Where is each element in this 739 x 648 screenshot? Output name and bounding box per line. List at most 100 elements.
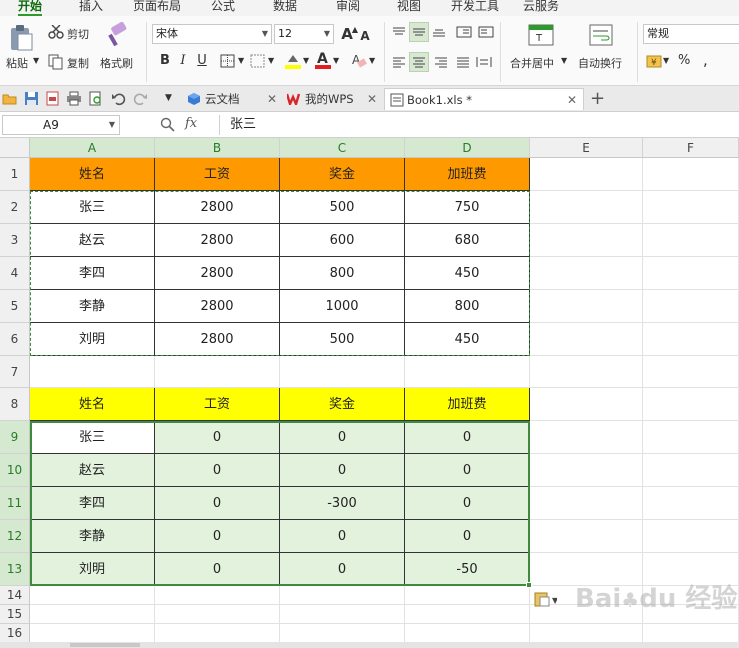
menu-tab-insert[interactable]: 插入 [79, 0, 103, 16]
row-header[interactable]: 13 [0, 553, 30, 586]
menu-tab-review[interactable]: 审阅 [336, 0, 360, 16]
menu-tab-home[interactable]: 开始 [18, 0, 43, 16]
paste-icon[interactable] [8, 24, 34, 52]
table-cell[interactable]: 500 [280, 323, 405, 356]
select-all-corner[interactable] [0, 138, 30, 158]
grid-cell[interactable] [530, 224, 643, 257]
justify-icon[interactable] [456, 56, 470, 68]
grid-cell[interactable] [155, 356, 280, 388]
insert-function-button[interactable]: fx [185, 116, 197, 131]
menu-tab-page-layout[interactable]: 页面布局 [133, 0, 181, 16]
decrease-font-icon[interactable]: A [357, 28, 373, 44]
zoom-search-icon[interactable] [160, 117, 175, 132]
increase-indent-icon[interactable] [478, 26, 494, 38]
table-cell[interactable]: 张三 [30, 191, 155, 224]
grid-cell[interactable] [643, 421, 739, 454]
grid-cell[interactable] [530, 624, 643, 643]
wrap-text-icon[interactable] [589, 24, 613, 48]
table-cell[interactable]: 0 [155, 454, 280, 487]
new-tab-plus-icon[interactable]: + [590, 88, 605, 109]
wrap-text-button[interactable]: 自动换行 [578, 55, 622, 71]
format-painter-button[interactable]: 格式刷 [100, 55, 133, 71]
table-cell[interactable]: 0 [155, 421, 280, 454]
align-right-icon[interactable] [434, 56, 448, 68]
grid-cell[interactable] [530, 421, 643, 454]
row-header[interactable]: 5 [0, 290, 30, 323]
grid-cell[interactable] [643, 388, 739, 421]
grid-cell[interactable] [643, 257, 739, 290]
column-header[interactable]: C [280, 138, 405, 158]
table-cell[interactable]: 李四 [30, 257, 155, 290]
table-cell[interactable]: -50 [405, 553, 530, 586]
column-header[interactable]: E [530, 138, 643, 158]
currency-dropdown-icon[interactable]: ▼ [663, 56, 669, 65]
grid-cell[interactable] [30, 586, 155, 605]
grid-cell[interactable] [530, 290, 643, 323]
redo-icon[interactable] [133, 91, 148, 106]
fill-color-dropdown-icon[interactable]: ▼ [303, 56, 309, 65]
cell-fill-icon[interactable] [250, 54, 266, 68]
row-header[interactable]: 16 [0, 624, 30, 643]
align-left-icon[interactable] [392, 56, 406, 68]
grid-cell[interactable] [530, 323, 643, 356]
tab-book1[interactable]: Book1.xls * ✕ [384, 88, 584, 110]
table-cell[interactable]: 500 [280, 191, 405, 224]
table-cell[interactable]: 450 [405, 257, 530, 290]
row-header[interactable]: 6 [0, 323, 30, 356]
grid-cell[interactable] [643, 158, 739, 191]
table-cell[interactable]: 李静 [30, 290, 155, 323]
row-header[interactable]: 8 [0, 388, 30, 421]
row-header[interactable]: 1 [0, 158, 30, 191]
grid-cell[interactable] [643, 520, 739, 553]
grid-cell[interactable] [405, 356, 530, 388]
grid-cell[interactable] [405, 605, 530, 624]
table-cell[interactable]: 0 [280, 553, 405, 586]
table-cell[interactable]: 0 [280, 454, 405, 487]
copy-button[interactable]: 复制 [67, 55, 89, 71]
cut-button[interactable]: 剪切 [67, 26, 89, 42]
grid-cell[interactable] [155, 624, 280, 643]
row-header[interactable]: 14 [0, 586, 30, 605]
grid-cell[interactable] [405, 586, 530, 605]
table-cell[interactable]: 680 [405, 224, 530, 257]
undo-icon[interactable] [111, 91, 126, 106]
open-folder-icon[interactable] [2, 91, 17, 106]
table-cell[interactable]: 0 [405, 421, 530, 454]
table-cell[interactable]: 0 [280, 421, 405, 454]
row-header[interactable]: 7 [0, 356, 30, 388]
grid-cell[interactable] [280, 605, 405, 624]
export-pdf-icon[interactable] [45, 91, 60, 106]
format-painter-icon[interactable] [106, 22, 130, 48]
decrease-indent-icon[interactable] [456, 26, 472, 38]
close-icon[interactable]: ✕ [267, 88, 277, 110]
column-header[interactable]: A [30, 138, 155, 158]
table-cell[interactable]: -300 [280, 487, 405, 520]
grid-cell[interactable] [280, 586, 405, 605]
grid-cell[interactable] [643, 191, 739, 224]
number-format-select[interactable]: 常规 [643, 24, 739, 44]
table-cell[interactable]: 450 [405, 323, 530, 356]
row-header[interactable]: 12 [0, 520, 30, 553]
table-cell[interactable]: 赵云 [30, 224, 155, 257]
font-size-select[interactable]: 12 ▼ [274, 24, 334, 44]
grid-cell[interactable] [530, 487, 643, 520]
close-icon[interactable]: ✕ [567, 89, 577, 111]
clear-format-icon[interactable]: A [350, 52, 368, 70]
clear-format-dropdown-icon[interactable]: ▼ [369, 56, 375, 65]
fill-color-icon[interactable] [284, 52, 302, 70]
table-cell[interactable]: 0 [155, 520, 280, 553]
row-header[interactable]: 4 [0, 257, 30, 290]
align-center-icon[interactable] [412, 56, 426, 68]
grid-cell[interactable] [530, 191, 643, 224]
table-cell[interactable]: 刘明 [30, 553, 155, 586]
menu-tab-view[interactable]: 视图 [397, 0, 421, 16]
table-cell[interactable]: 张三 [30, 421, 155, 454]
table-cell[interactable]: 2800 [155, 224, 280, 257]
row-header[interactable]: 3 [0, 224, 30, 257]
grid-cell[interactable] [530, 356, 643, 388]
borders-icon[interactable] [220, 54, 236, 68]
table-cell[interactable]: 2800 [155, 323, 280, 356]
print-icon[interactable] [66, 91, 81, 106]
merge-center-button[interactable]: 合并居中 [510, 55, 554, 71]
paste-dropdown-icon[interactable]: ▼ [33, 56, 39, 65]
